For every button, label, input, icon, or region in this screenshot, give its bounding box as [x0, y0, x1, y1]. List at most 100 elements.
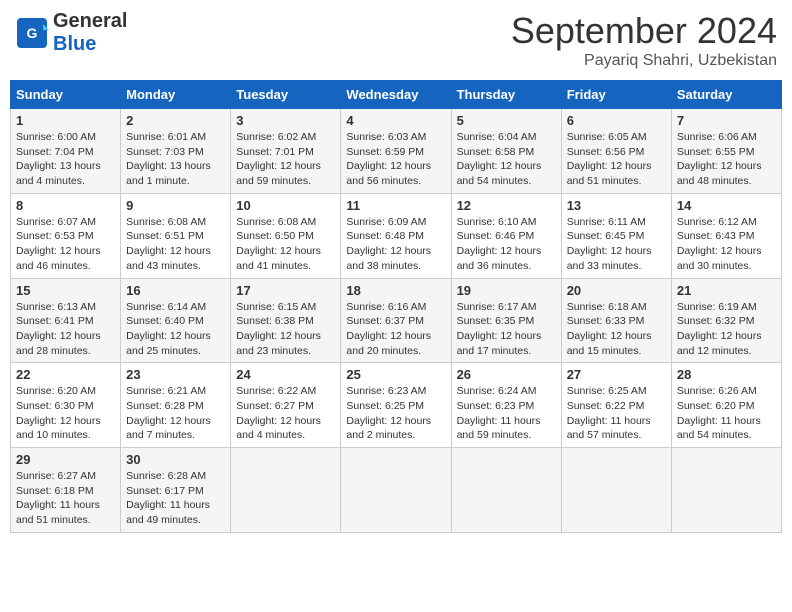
day-number: 23	[126, 367, 225, 382]
day-number: 30	[126, 452, 225, 467]
day-info: Sunrise: 6:08 AMSunset: 6:50 PMDaylight:…	[236, 215, 335, 274]
day-number: 15	[16, 283, 115, 298]
calendar-cell: 2 Sunrise: 6:01 AMSunset: 7:03 PMDaylight…	[121, 109, 231, 194]
day-info: Sunrise: 6:22 AMSunset: 6:27 PMDaylight:…	[236, 384, 335, 443]
day-number: 9	[126, 198, 225, 213]
page-header: G General Blue September 2024 Payariq Sh…	[10, 10, 782, 70]
calendar-cell: 23Sunrise: 6:21 AMSunset: 6:28 PMDayligh…	[121, 363, 231, 448]
month-title: September 2024	[511, 10, 777, 52]
day-info: Sunrise: 6:03 AMSunset: 6:59 PMDaylight:…	[346, 130, 445, 189]
day-number: 4	[346, 113, 445, 128]
day-info: Sunrise: 6:02 AMSunset: 7:01 PMDaylight:…	[236, 130, 335, 189]
day-info: Sunrise: 6:05 AMSunset: 6:56 PMDaylight:…	[567, 130, 666, 189]
day-info: Sunrise: 6:18 AMSunset: 6:33 PMDaylight:…	[567, 300, 666, 359]
day-info: Sunrise: 6:20 AMSunset: 6:30 PMDaylight:…	[16, 384, 115, 443]
day-info: Sunrise: 6:13 AMSunset: 6:41 PMDaylight:…	[16, 300, 115, 359]
day-number: 26	[457, 367, 556, 382]
calendar-cell: 27Sunrise: 6:25 AMSunset: 6:22 PMDayligh…	[561, 363, 671, 448]
calendar-cell	[451, 448, 561, 533]
calendar-cell: 7 Sunrise: 6:06 AMSunset: 6:55 PMDaylight…	[671, 109, 781, 194]
calendar-cell	[341, 448, 451, 533]
calendar-cell: 21 Sunrise: 6:19 AMSunset: 6:32 PMDayligh…	[671, 278, 781, 363]
calendar-week-row: 1Sunrise: 6:00 AMSunset: 7:04 PMDaylight…	[11, 109, 782, 194]
calendar-cell: 30 Sunrise: 6:28 AMSunset: 6:17 PMDayligh…	[121, 448, 231, 533]
day-info: Sunrise: 6:10 AMSunset: 6:46 PMDaylight:…	[457, 215, 556, 274]
day-number: 17	[236, 283, 335, 298]
day-number: 20	[567, 283, 666, 298]
day-info: Sunrise: 6:26 AMSunset: 6:20 PMDaylight:…	[677, 384, 776, 443]
calendar-cell: 19 Sunrise: 6:17 AMSunset: 6:35 PMDayligh…	[451, 278, 561, 363]
calendar-cell: 14 Sunrise: 6:12 AMSunset: 6:43 PMDayligh…	[671, 193, 781, 278]
column-header-saturday: Saturday	[671, 81, 781, 109]
day-info: Sunrise: 6:06 AMSunset: 6:55 PMDaylight:…	[677, 130, 776, 189]
column-header-thursday: Thursday	[451, 81, 561, 109]
calendar-cell: 13 Sunrise: 6:11 AMSunset: 6:45 PMDayligh…	[561, 193, 671, 278]
calendar-week-row: 22 Sunrise: 6:20 AMSunset: 6:30 PMDayligh…	[11, 363, 782, 448]
calendar-cell: 6 Sunrise: 6:05 AMSunset: 6:56 PMDaylight…	[561, 109, 671, 194]
day-info: Sunrise: 6:11 AMSunset: 6:45 PMDaylight:…	[567, 215, 666, 274]
day-number: 29	[16, 452, 115, 467]
day-number: 13	[567, 198, 666, 213]
day-number: 19	[457, 283, 556, 298]
day-info: Sunrise: 6:04 AMSunset: 6:58 PMDaylight:…	[457, 130, 556, 189]
calendar-cell: 5 Sunrise: 6:04 AMSunset: 6:58 PMDaylight…	[451, 109, 561, 194]
calendar-cell: 22 Sunrise: 6:20 AMSunset: 6:30 PMDayligh…	[11, 363, 121, 448]
calendar-cell: 18 Sunrise: 6:16 AMSunset: 6:37 PMDayligh…	[341, 278, 451, 363]
calendar-cell	[671, 448, 781, 533]
day-number: 8	[16, 198, 115, 213]
day-info: Sunrise: 6:27 AMSunset: 6:18 PMDaylight:…	[16, 469, 115, 528]
calendar-cell: 1Sunrise: 6:00 AMSunset: 7:04 PMDaylight…	[11, 109, 121, 194]
day-info: Sunrise: 6:12 AMSunset: 6:43 PMDaylight:…	[677, 215, 776, 274]
calendar-week-row: 15 Sunrise: 6:13 AMSunset: 6:41 PMDayligh…	[11, 278, 782, 363]
location-title: Payariq Shahri, Uzbekistan	[511, 52, 777, 70]
day-info: Sunrise: 6:17 AMSunset: 6:35 PMDaylight:…	[457, 300, 556, 359]
calendar-week-row: 29 Sunrise: 6:27 AMSunset: 6:18 PMDayligh…	[11, 448, 782, 533]
day-number: 16	[126, 283, 225, 298]
calendar-table: SundayMondayTuesdayWednesdayThursdayFrid…	[10, 80, 782, 533]
day-number: 7	[677, 113, 776, 128]
day-number: 18	[346, 283, 445, 298]
calendar-cell: 17Sunrise: 6:15 AMSunset: 6:38 PMDayligh…	[231, 278, 341, 363]
day-info: Sunrise: 6:01 AMSunset: 7:03 PMDaylight:…	[126, 130, 225, 189]
day-number: 25	[346, 367, 445, 382]
logo: G General Blue	[15, 10, 127, 56]
calendar-cell	[231, 448, 341, 533]
day-info: Sunrise: 6:28 AMSunset: 6:17 PMDaylight:…	[126, 469, 225, 528]
calendar-cell: 24Sunrise: 6:22 AMSunset: 6:27 PMDayligh…	[231, 363, 341, 448]
calendar-cell: 15 Sunrise: 6:13 AMSunset: 6:41 PMDayligh…	[11, 278, 121, 363]
calendar-cell: 8Sunrise: 6:07 AMSunset: 6:53 PMDaylight…	[11, 193, 121, 278]
day-number: 5	[457, 113, 556, 128]
calendar-header-row: SundayMondayTuesdayWednesdayThursdayFrid…	[11, 81, 782, 109]
day-number: 2	[126, 113, 225, 128]
column-header-sunday: Sunday	[11, 81, 121, 109]
day-info: Sunrise: 6:09 AMSunset: 6:48 PMDaylight:…	[346, 215, 445, 274]
day-number: 11	[346, 198, 445, 213]
day-number: 22	[16, 367, 115, 382]
logo-text: General Blue	[53, 10, 127, 56]
day-number: 27	[567, 367, 666, 382]
column-header-tuesday: Tuesday	[231, 81, 341, 109]
day-info: Sunrise: 6:16 AMSunset: 6:37 PMDaylight:…	[346, 300, 445, 359]
calendar-cell: 28Sunrise: 6:26 AMSunset: 6:20 PMDayligh…	[671, 363, 781, 448]
calendar-cell	[561, 448, 671, 533]
column-header-wednesday: Wednesday	[341, 81, 451, 109]
calendar-cell: 3Sunrise: 6:02 AMSunset: 7:01 PMDaylight…	[231, 109, 341, 194]
day-info: Sunrise: 6:08 AMSunset: 6:51 PMDaylight:…	[126, 215, 225, 274]
calendar-cell: 4 Sunrise: 6:03 AMSunset: 6:59 PMDaylight…	[341, 109, 451, 194]
calendar-cell: 16Sunrise: 6:14 AMSunset: 6:40 PMDayligh…	[121, 278, 231, 363]
calendar-cell: 11 Sunrise: 6:09 AMSunset: 6:48 PMDayligh…	[341, 193, 451, 278]
day-number: 14	[677, 198, 776, 213]
day-info: Sunrise: 6:19 AMSunset: 6:32 PMDaylight:…	[677, 300, 776, 359]
day-number: 1	[16, 113, 115, 128]
calendar-cell: 10Sunrise: 6:08 AMSunset: 6:50 PMDayligh…	[231, 193, 341, 278]
day-number: 21	[677, 283, 776, 298]
day-info: Sunrise: 6:23 AMSunset: 6:25 PMDaylight:…	[346, 384, 445, 443]
svg-text:G: G	[27, 25, 38, 41]
calendar-cell: 12Sunrise: 6:10 AMSunset: 6:46 PMDayligh…	[451, 193, 561, 278]
calendar-cell: 26Sunrise: 6:24 AMSunset: 6:23 PMDayligh…	[451, 363, 561, 448]
title-block: September 2024 Payariq Shahri, Uzbekista…	[511, 10, 777, 70]
column-header-friday: Friday	[561, 81, 671, 109]
column-header-monday: Monday	[121, 81, 231, 109]
day-number: 6	[567, 113, 666, 128]
calendar-cell: 29 Sunrise: 6:27 AMSunset: 6:18 PMDayligh…	[11, 448, 121, 533]
